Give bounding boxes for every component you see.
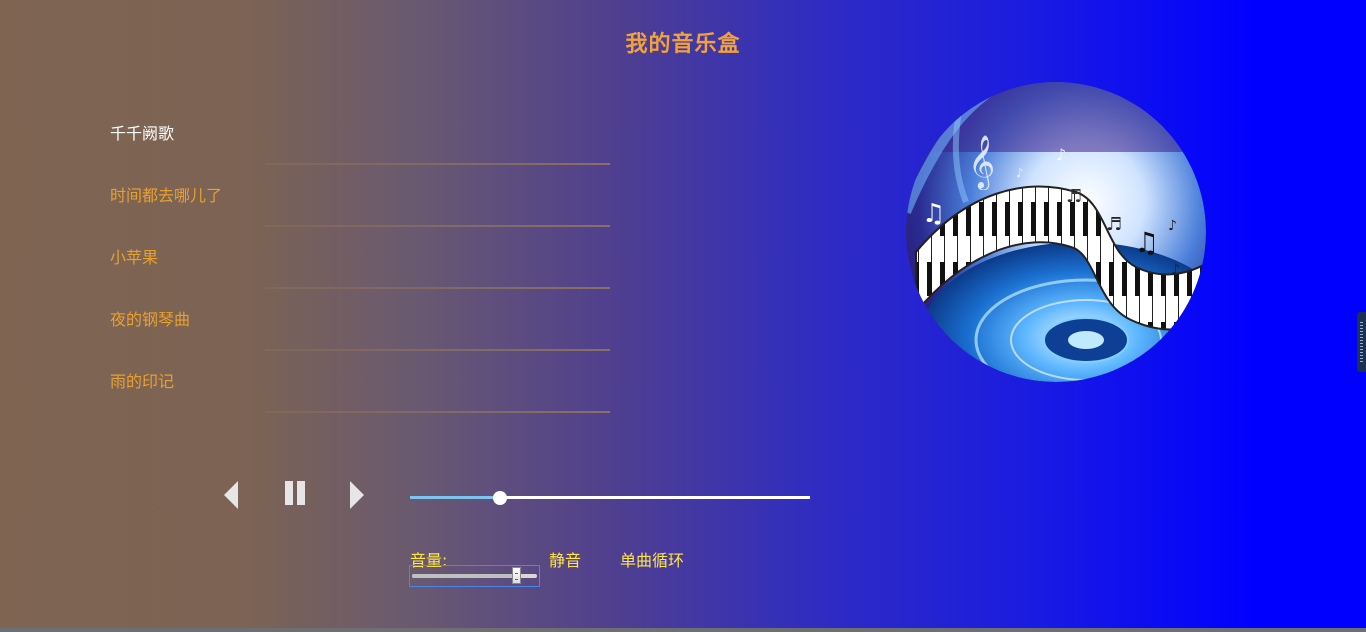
triangle-left-icon <box>224 481 238 509</box>
playlist-item[interactable]: 时间都去哪儿了 <box>110 165 610 227</box>
prev-button[interactable] <box>222 481 242 509</box>
progress-thumb[interactable] <box>493 491 507 505</box>
volume-level <box>412 574 516 578</box>
side-handle[interactable] <box>1357 312 1366 372</box>
taskbar-strip <box>0 628 1366 632</box>
svg-text:♫: ♫ <box>922 199 945 229</box>
playlist: 千千阙歌 时间都去哪儿了 小苹果 夜的钢琴曲 雨的印记 <box>110 103 610 413</box>
progress-track <box>410 496 810 499</box>
triangle-right-icon <box>350 481 364 509</box>
pause-icon <box>285 481 305 505</box>
svg-text:♫: ♫ <box>1134 226 1159 259</box>
playlist-item[interactable]: 小苹果 <box>110 227 610 289</box>
single-loop-button[interactable]: 单曲循环 <box>620 547 684 571</box>
progress-slider[interactable] <box>410 488 810 508</box>
pause-button[interactable] <box>284 480 306 506</box>
app-title: 我的音乐盒 <box>625 31 741 57</box>
playlist-item[interactable]: 雨的印记 <box>110 351 610 413</box>
volume-slider[interactable] <box>409 565 540 587</box>
mute-button[interactable]: 静音 <box>549 547 581 571</box>
svg-text:𝄞: 𝄞 <box>968 134 995 190</box>
svg-text:♪: ♪ <box>1056 145 1066 164</box>
next-button[interactable] <box>346 481 366 509</box>
album-art: 𝄞 ♫ ♪ ♬ ♬ ♫ ♪ ♪ ♪ <box>906 82 1206 382</box>
svg-text:♪: ♪ <box>1168 218 1177 234</box>
svg-text:♬: ♬ <box>1066 186 1082 207</box>
svg-text:♪: ♪ <box>1171 262 1180 278</box>
progress-played <box>410 496 500 499</box>
playlist-item[interactable]: 千千阙歌 <box>110 103 610 165</box>
piano-music-art-icon: 𝄞 ♫ ♪ ♬ ♬ ♫ ♪ ♪ ♪ <box>906 82 1206 382</box>
svg-text:♬: ♬ <box>1106 214 1122 235</box>
volume-thumb[interactable] <box>511 567 521 584</box>
svg-text:♪: ♪ <box>1016 166 1024 180</box>
playlist-item[interactable]: 夜的钢琴曲 <box>110 289 610 351</box>
